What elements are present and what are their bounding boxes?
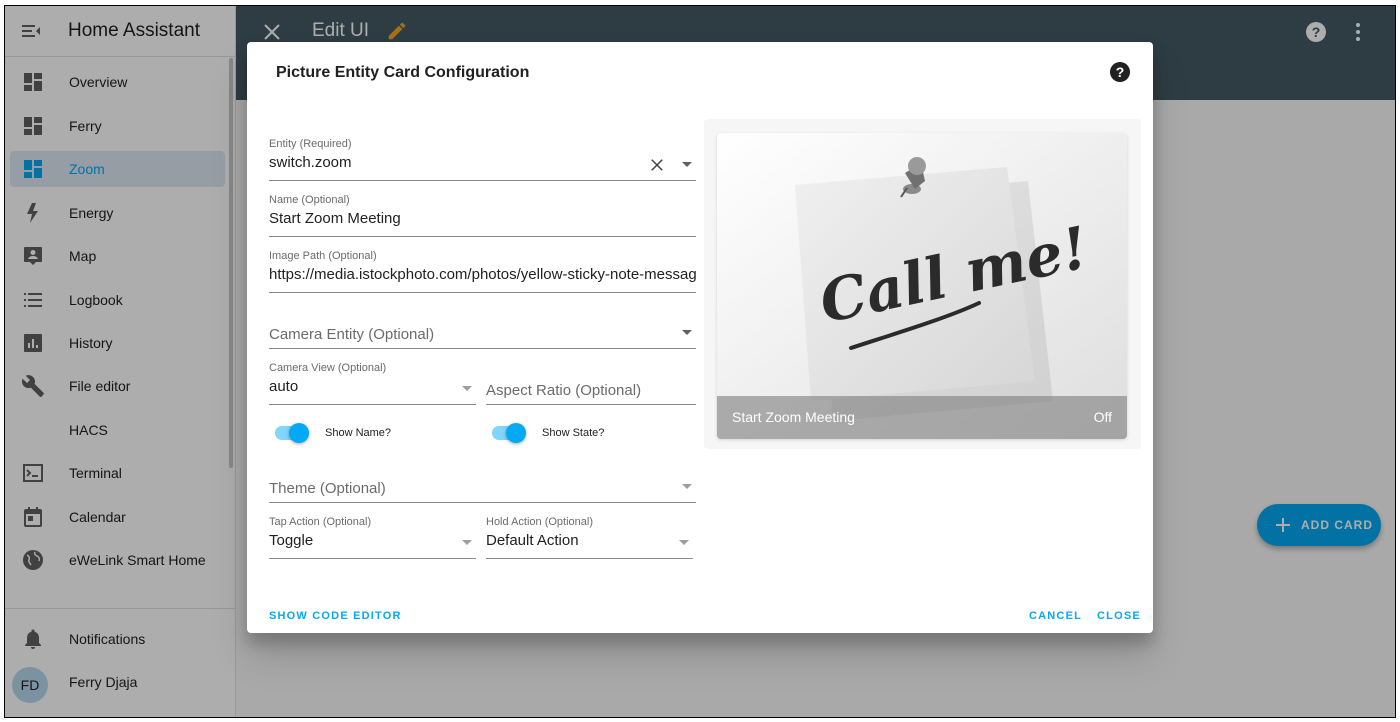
field-label: Name (Optional) — [269, 194, 350, 206]
dialog-title: Picture Entity Card Configuration — [276, 64, 530, 81]
card-config-dialog: Picture Entity Card Configuration ? Enti… — [247, 42, 1153, 633]
theme-select[interactable]: Theme (Optional) — [269, 460, 696, 503]
dropdown-arrow-icon[interactable] — [682, 162, 692, 167]
show-state-label: Show State? — [542, 427, 605, 439]
entity-picker[interactable]: Entity (Required) switch.zoom — [269, 138, 696, 181]
field-value: auto — [269, 378, 299, 395]
field-value: https://media.istockphoto.com/photos/yel… — [269, 266, 696, 283]
card-entity-state: Off — [1093, 409, 1112, 425]
card-entity-name: Start Zoom Meeting — [732, 409, 855, 425]
picture-entity-card[interactable]: Call me! Start Zoom Meeting Off — [717, 133, 1127, 439]
camera-entity-picker[interactable]: Camera Entity (Optional) — [269, 306, 696, 349]
field-label: Entity (Required) — [269, 138, 352, 150]
image-path-field[interactable]: Image Path (Optional) https://media.isto… — [269, 250, 696, 293]
show-name-toggle[interactable] — [275, 423, 309, 443]
dropdown-arrow-icon[interactable] — [462, 540, 472, 545]
help-icon[interactable]: ? — [1108, 60, 1132, 84]
close-button[interactable]: CLOSE — [1097, 610, 1141, 622]
field-placeholder: Aspect Ratio (Optional) — [486, 382, 642, 399]
card-footer: Start Zoom Meeting Off — [717, 396, 1127, 439]
cancel-button[interactable]: CANCEL — [1029, 610, 1082, 622]
field-label: Image Path (Optional) — [269, 250, 377, 262]
show-code-editor-button[interactable]: SHOW CODE EDITOR — [269, 610, 402, 622]
show-state-toggle[interactable] — [492, 423, 526, 443]
field-value: Start Zoom Meeting — [269, 210, 401, 227]
card-preview: Call me! Start Zoom Meeting Off — [704, 119, 1141, 449]
field-value: switch.zoom — [269, 154, 352, 171]
field-placeholder: Camera Entity (Optional) — [269, 326, 435, 343]
show-name-label: Show Name? — [325, 427, 392, 439]
field-label: Tap Action (Optional) — [269, 516, 372, 528]
sticky-note-image: Call me! — [717, 133, 1127, 439]
field-placeholder: Theme (Optional) — [269, 480, 386, 497]
dropdown-arrow-icon[interactable] — [682, 330, 692, 335]
toggle-knob — [506, 423, 526, 443]
hold-action-select[interactable]: Hold Action (Optional) Default Action — [486, 516, 693, 559]
field-value: Default Action — [486, 532, 579, 549]
field-label: Camera View (Optional) — [269, 362, 387, 374]
field-value: Toggle — [269, 532, 314, 549]
svg-text:?: ? — [1116, 64, 1125, 80]
dropdown-arrow-icon[interactable] — [679, 540, 689, 545]
name-field[interactable]: Name (Optional) Start Zoom Meeting — [269, 194, 696, 237]
dropdown-arrow-icon[interactable] — [682, 484, 692, 489]
dropdown-arrow-icon[interactable] — [462, 386, 472, 391]
toggle-knob — [289, 423, 309, 443]
tap-action-select[interactable]: Tap Action (Optional) Toggle — [269, 516, 476, 559]
app-window: Home Assistant Overview Ferry Zoom Energ… — [4, 5, 1396, 718]
aspect-ratio-field[interactable]: Aspect Ratio (Optional) — [486, 362, 696, 405]
field-label: Hold Action (Optional) — [486, 516, 593, 528]
camera-view-select[interactable]: Camera View (Optional) auto — [269, 362, 476, 405]
clear-icon[interactable] — [648, 156, 666, 174]
